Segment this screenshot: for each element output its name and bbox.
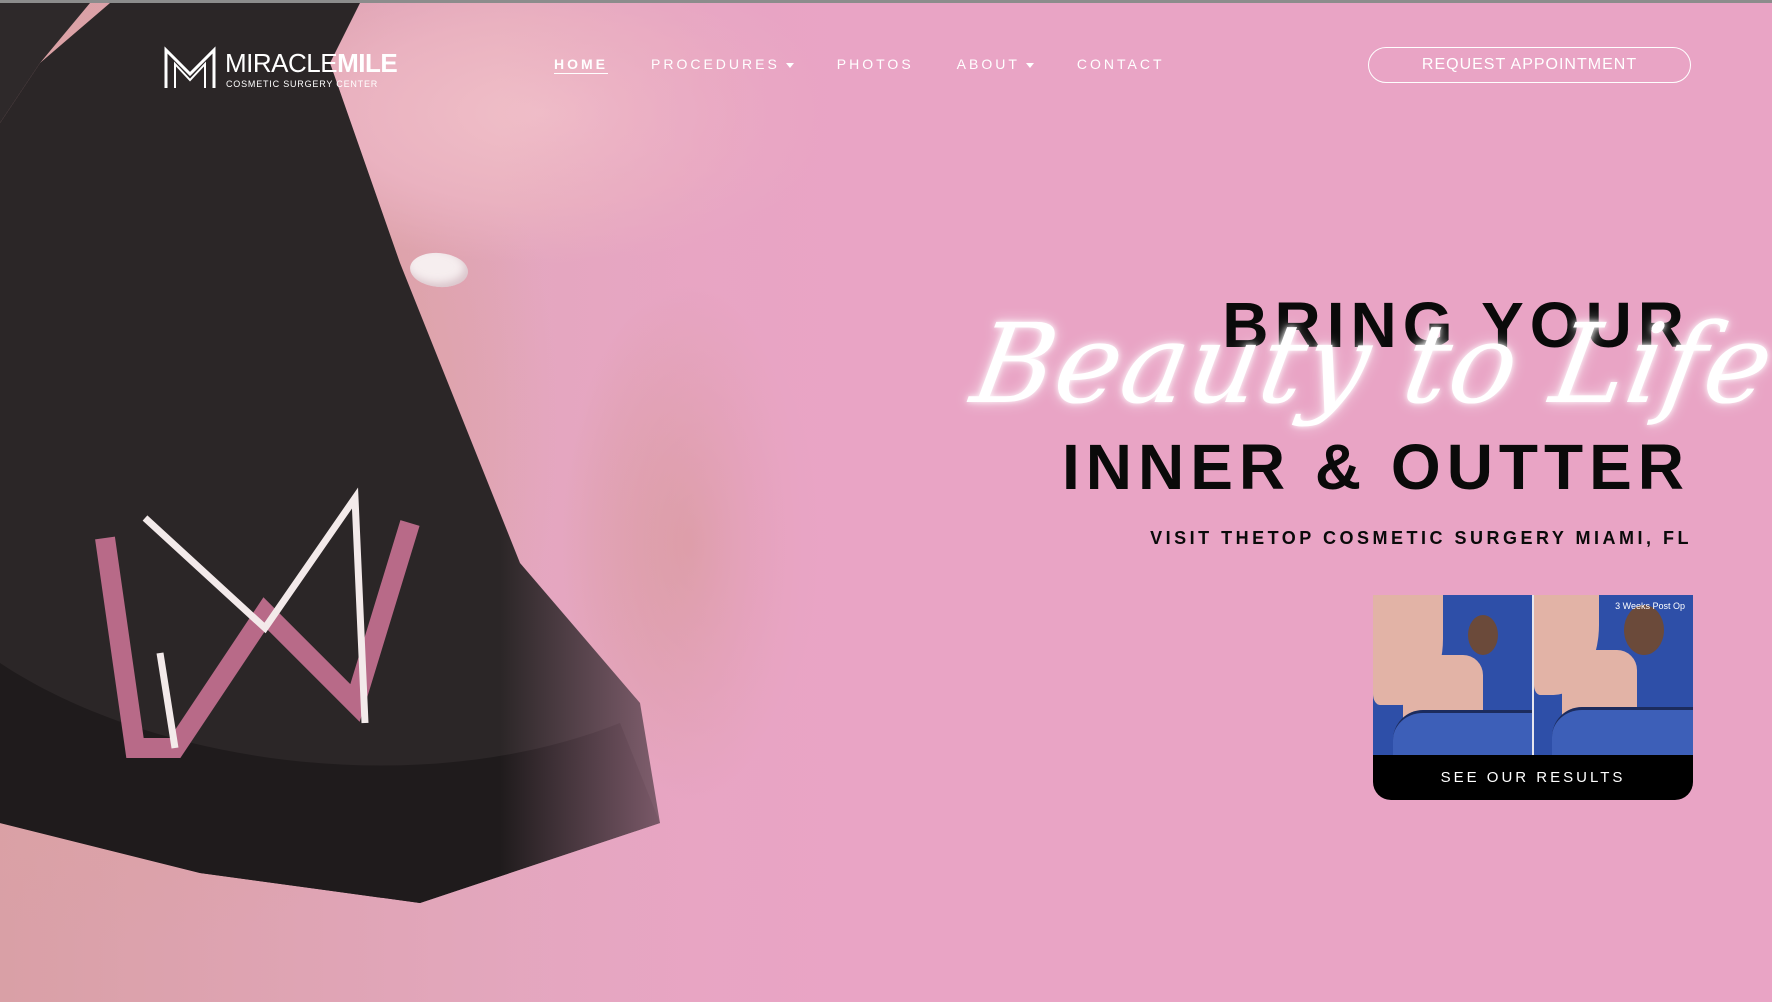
shirt-shape [1552,707,1693,755]
request-appointment-button[interactable]: REQUEST APPOINTMENT [1368,47,1691,83]
headline-line-3: INNER & OUTTER [1062,431,1690,503]
site-logo[interactable]: MIRACLEMILE COSMETIC SURGERY CENTER [163,44,398,92]
shirt-shape [1393,710,1532,755]
chevron-down-icon [1025,62,1034,68]
nav-contact[interactable]: CONTACT [1077,56,1165,72]
chevron-down-icon [785,62,794,68]
nav-procedures-label: PROCEDURES [651,56,780,72]
nav-photos[interactable]: PHOTOS [837,56,914,72]
hero-fade [0,3,1000,1002]
logo-tagline: COSMETIC SURGERY CENTER [226,79,379,89]
hero-subhead: VISIT THETOP COSMETIC SURGERY MIAMI, FL [1150,528,1692,548]
logo-word-light: MIRACLE [225,48,338,78]
nav-about-label: ABOUT [956,56,1020,72]
nav-home[interactable]: HOME [554,56,608,72]
hero-image [0,3,1000,1002]
main-nav: HOME PROCEDURES PHOTOS ABOUT CONTACT [554,56,1208,72]
logo-monogram-icon [164,46,216,88]
after-photo: 3 Weeks Post Op [1534,595,1693,755]
hair-shape [1468,615,1498,655]
results-card[interactable]: 3 Weeks Post Op SEE OUR RESULTS [1373,595,1693,800]
headline-script: Beauty to Life [963,300,1772,428]
photo-caption: 3 Weeks Post Op [1615,601,1685,611]
see-results-button[interactable]: SEE OUR RESULTS [1373,755,1693,800]
nav-procedures[interactable]: PROCEDURES [651,56,794,72]
logo-word-bold: MILE [337,48,398,78]
logo-wordmark: MIRACLEMILE [225,48,398,79]
hair-shape [1624,605,1664,655]
nav-about[interactable]: ABOUT [957,56,1034,72]
before-photo [1373,595,1532,755]
